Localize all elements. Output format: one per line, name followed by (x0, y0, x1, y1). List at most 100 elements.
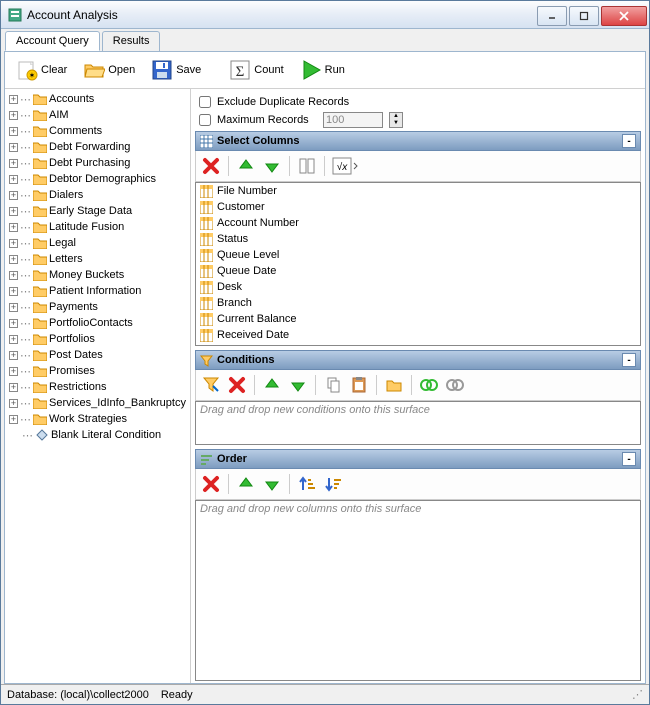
conditions-folder-button[interactable] (383, 374, 405, 396)
category-tree[interactable]: +⋯Accounts+⋯AIM+⋯Comments+⋯Debt Forwardi… (5, 89, 191, 683)
column-item[interactable]: Received Date (196, 327, 640, 343)
conditions-collapse-button[interactable]: - (622, 353, 636, 367)
expander-icon[interactable]: + (9, 287, 18, 296)
expander-icon[interactable]: + (9, 191, 18, 200)
expander-icon[interactable]: + (9, 351, 18, 360)
expander-icon[interactable]: + (9, 207, 18, 216)
expander-icon[interactable]: + (9, 271, 18, 280)
tree-item[interactable]: +⋯Debt Forwarding (7, 139, 188, 155)
tree-item[interactable]: +⋯Restrictions (7, 379, 188, 395)
tree-item[interactable]: +⋯Post Dates (7, 347, 188, 363)
conditions-edit-button[interactable] (200, 374, 222, 396)
column-item[interactable]: Account Number (196, 215, 640, 231)
column-item[interactable]: Branch (196, 295, 640, 311)
order-delete-button[interactable] (200, 473, 222, 495)
columns-list[interactable]: File NumberCustomerAccount NumberStatusQ… (195, 182, 641, 346)
column-item[interactable]: Desk (196, 279, 640, 295)
expander-icon[interactable]: + (9, 127, 18, 136)
tab-account-query[interactable]: Account Query (5, 31, 100, 51)
order-move-up-button[interactable] (235, 473, 257, 495)
columns-formula-button[interactable]: √x (331, 155, 361, 177)
count-button[interactable]: Σ Count (222, 56, 290, 84)
close-button[interactable] (601, 6, 647, 26)
conditions-surface[interactable]: Drag and drop new conditions onto this s… (195, 401, 641, 445)
expander-icon[interactable]: + (9, 239, 18, 248)
expander-icon[interactable]: + (9, 383, 18, 392)
tree-item[interactable]: +⋯Letters (7, 251, 188, 267)
expander-icon[interactable]: + (9, 319, 18, 328)
tree-item[interactable]: +⋯Latitude Fusion (7, 219, 188, 235)
tree-item[interactable]: +⋯Comments (7, 123, 188, 139)
max-records-checkbox[interactable] (199, 114, 211, 126)
save-button[interactable]: Save (144, 56, 208, 84)
column-item[interactable]: Status (196, 231, 640, 247)
tree-item[interactable]: +⋯Early Stage Data (7, 203, 188, 219)
expander-icon[interactable]: + (9, 335, 18, 344)
conditions-section-header[interactable]: Conditions - (195, 350, 641, 370)
tree-item[interactable]: +⋯Services_IdInfo_Bankruptcy (7, 395, 188, 411)
column-item[interactable]: Customer (196, 199, 640, 215)
expander-icon[interactable]: + (9, 159, 18, 168)
column-item[interactable]: Queue Level (196, 247, 640, 263)
expander-icon[interactable]: + (9, 303, 18, 312)
expander-icon[interactable]: + (9, 95, 18, 104)
order-section-header[interactable]: Order - (195, 449, 641, 469)
tree-item[interactable]: +⋯Payments (7, 299, 188, 315)
columns-section-header[interactable]: Select Columns - (195, 131, 641, 151)
column-item[interactable]: File Number (196, 183, 640, 199)
columns-move-up-button[interactable] (235, 155, 257, 177)
maximize-button[interactable] (569, 6, 599, 26)
expander-icon[interactable]: + (9, 415, 18, 424)
order-move-down-button[interactable] (261, 473, 283, 495)
minimize-button[interactable] (537, 6, 567, 26)
tree-item[interactable]: +⋯PortfolioContacts (7, 315, 188, 331)
columns-layout-button[interactable] (296, 155, 318, 177)
max-records-spinner[interactable]: ▲▼ (389, 112, 403, 128)
tree-item[interactable]: +⋯Legal (7, 235, 188, 251)
resize-grip[interactable]: ⋰ (632, 688, 643, 701)
expander-icon[interactable]: + (9, 143, 18, 152)
tab-results[interactable]: Results (102, 31, 161, 51)
conditions-or-button[interactable] (444, 374, 466, 396)
column-item[interactable]: Queue Date (196, 263, 640, 279)
open-button[interactable]: Open (76, 56, 142, 84)
columns-collapse-button[interactable]: - (622, 134, 636, 148)
clear-button[interactable]: ✶ Clear (9, 56, 74, 84)
status-database: Database: (local)\collect2000 (7, 689, 149, 701)
exclude-duplicates-label: Exclude Duplicate Records (217, 96, 349, 108)
tree-item[interactable]: +⋯Debtor Demographics (7, 171, 188, 187)
expander-icon[interactable]: + (9, 367, 18, 376)
tree-item[interactable]: +⋯Promises (7, 363, 188, 379)
tree-item[interactable]: +⋯Work Strategies (7, 411, 188, 427)
conditions-delete-button[interactable] (226, 374, 248, 396)
expander-icon[interactable]: + (9, 223, 18, 232)
conditions-and-button[interactable] (418, 374, 440, 396)
expander-icon[interactable]: + (9, 399, 18, 408)
conditions-paste-button[interactable] (348, 374, 370, 396)
tree-item[interactable]: +⋯Portfolios (7, 331, 188, 347)
tree-item[interactable]: +⋯Money Buckets (7, 267, 188, 283)
tree-item[interactable]: +⋯AIM (7, 107, 188, 123)
column-item-label: Current Balance (217, 313, 297, 325)
order-descending-button[interactable] (322, 473, 344, 495)
columns-move-down-button[interactable] (261, 155, 283, 177)
conditions-copy-button[interactable] (322, 374, 344, 396)
conditions-move-down-button[interactable] (287, 374, 309, 396)
conditions-move-up-button[interactable] (261, 374, 283, 396)
columns-delete-button[interactable] (200, 155, 222, 177)
order-collapse-button[interactable]: - (622, 452, 636, 466)
max-records-input[interactable] (323, 112, 383, 128)
tree-item-special[interactable]: ⋯Blank Literal Condition (7, 427, 188, 443)
order-ascending-button[interactable] (296, 473, 318, 495)
order-surface[interactable]: Drag and drop new columns onto this surf… (195, 500, 641, 681)
exclude-duplicates-checkbox[interactable] (199, 96, 211, 108)
expander-icon[interactable]: + (9, 175, 18, 184)
tree-item[interactable]: +⋯Dialers (7, 187, 188, 203)
expander-icon[interactable]: + (9, 111, 18, 120)
run-button[interactable]: Run (293, 56, 352, 84)
column-item[interactable]: Current Balance (196, 311, 640, 327)
expander-icon[interactable]: + (9, 255, 18, 264)
tree-item[interactable]: +⋯Debt Purchasing (7, 155, 188, 171)
tree-item[interactable]: +⋯Patient Information (7, 283, 188, 299)
tree-item[interactable]: +⋯Accounts (7, 91, 188, 107)
